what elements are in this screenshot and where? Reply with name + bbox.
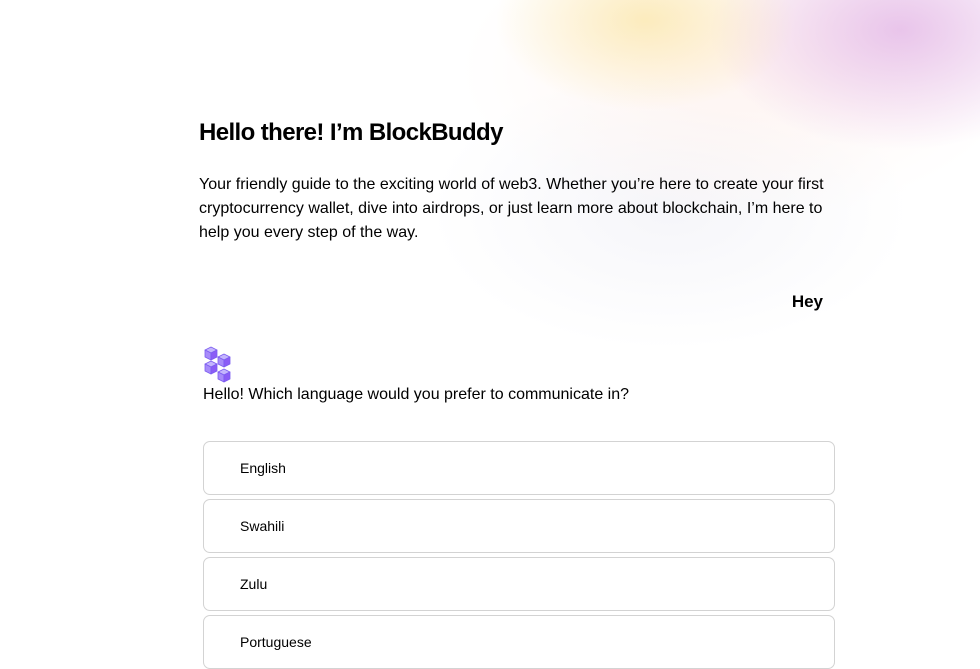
language-option-zulu[interactable]: Zulu [203, 557, 835, 611]
bot-message: Hello! Which language would you prefer t… [203, 386, 630, 403]
language-option-portuguese[interactable]: Portuguese [203, 615, 835, 669]
language-option-english[interactable]: English [203, 441, 835, 495]
option-label: English [240, 460, 286, 476]
blocks-cube-icon [203, 345, 235, 385]
option-label: Portuguese [240, 634, 312, 650]
intro-text: Your friendly guide to the exciting worl… [199, 176, 824, 241]
page-title: Hello there! I’m BlockBuddy [199, 119, 503, 146]
option-label: Zulu [240, 576, 268, 592]
language-options: English Swahili Zulu Portuguese [203, 441, 835, 669]
user-message: Hey [791, 292, 823, 311]
chat-page: Hello there! I’m BlockBuddy Your friendl… [0, 0, 980, 669]
option-label: Swahili [240, 518, 285, 534]
language-option-swahili[interactable]: Swahili [203, 499, 835, 553]
